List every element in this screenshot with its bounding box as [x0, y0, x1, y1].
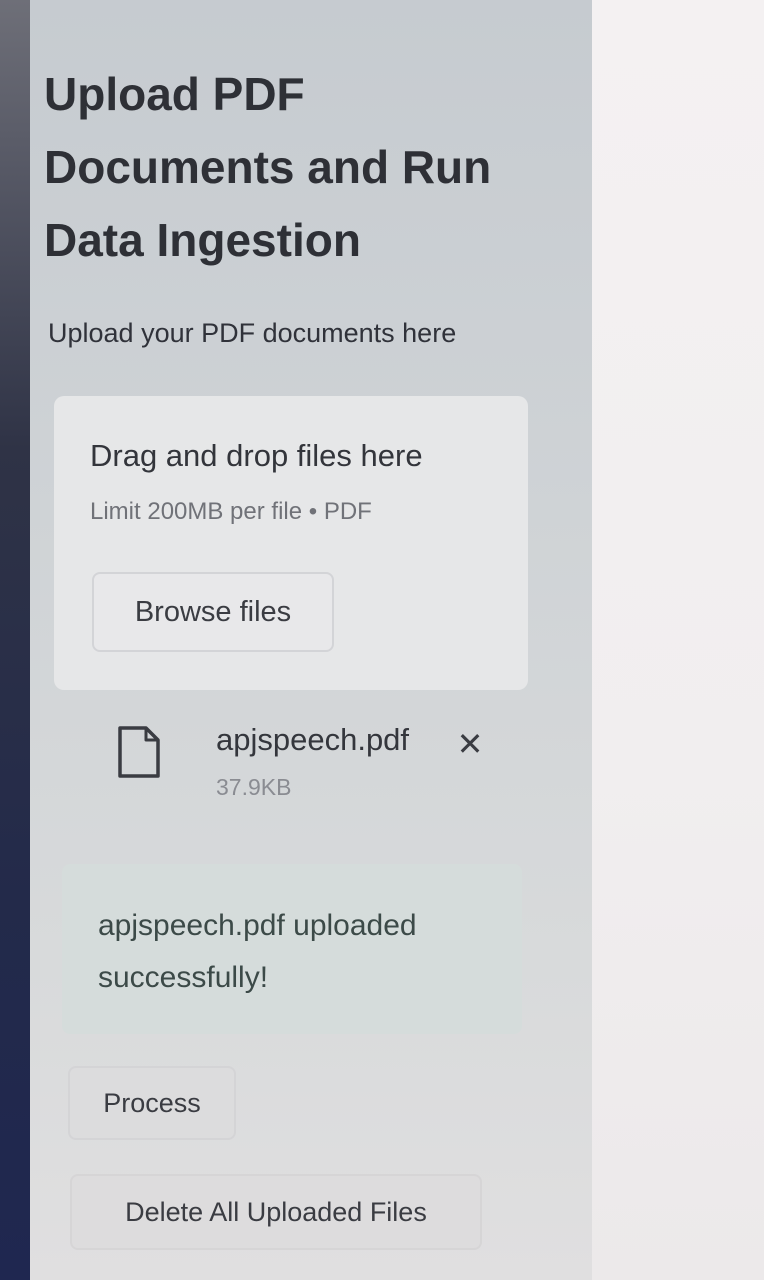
dropzone-limit-text: Limit 200MB per file • PDF — [90, 498, 372, 525]
window-left-edge — [0, 0, 34, 1280]
browse-files-button[interactable]: Browse files — [92, 572, 334, 652]
sidebar-title: Upload PDF Documents and Run Data Ingest… — [44, 68, 492, 266]
dropzone-title: Drag and drop files here — [90, 438, 423, 473]
uploaded-file-name: apjspeech.pdf — [216, 722, 410, 757]
close-icon[interactable]: ✕ — [452, 724, 488, 764]
success-alert: apjspeech.pdf uploaded successfully! — [62, 864, 522, 1034]
delete-all-files-button[interactable]: Delete All Uploaded Files — [70, 1174, 482, 1250]
process-button[interactable]: Process — [68, 1066, 236, 1140]
uploaded-file-size: 37.9KB — [216, 774, 292, 800]
file-dropzone[interactable]: Drag and drop files here Limit 200MB per… — [54, 396, 528, 690]
file-icon — [118, 726, 160, 778]
uploader-label: Upload your PDF documents here — [48, 318, 457, 348]
main-content-area — [592, 0, 764, 1280]
success-message: apjspeech.pdf uploaded successfully! — [98, 909, 417, 994]
